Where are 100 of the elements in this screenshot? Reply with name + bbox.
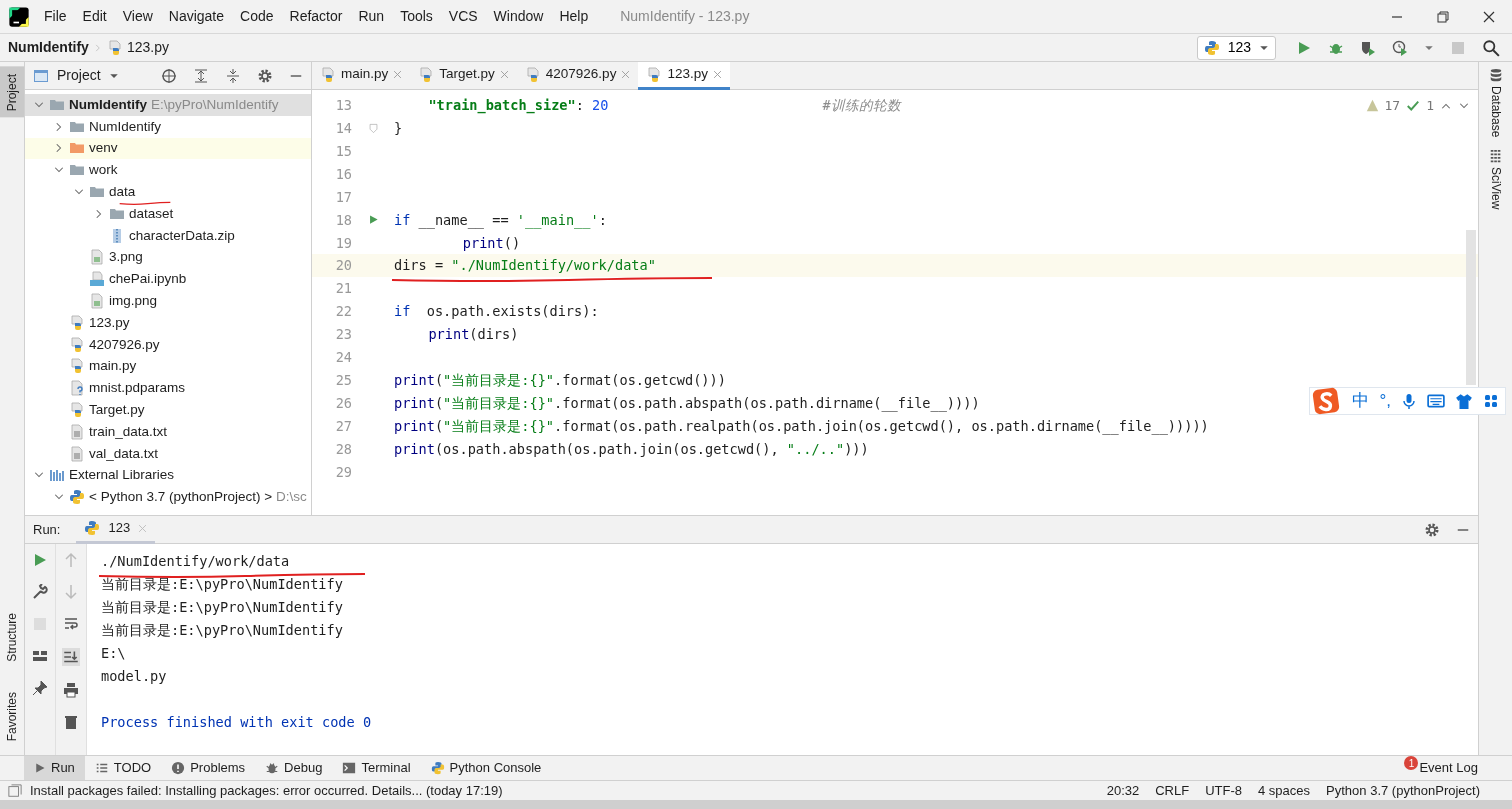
tool-window-tab[interactable]: Python Console [420,756,552,780]
tool-window-tab[interactable]: Problems [161,756,256,780]
crosshair-icon[interactable] [161,67,177,84]
tool-window-tab[interactable]: TODO [84,756,162,780]
run-icon[interactable] [1296,39,1312,56]
warning-circle-icon [171,761,186,775]
status-item[interactable]: CRLF [1155,780,1190,801]
tree-item[interactable]: dataset [25,203,311,225]
console-tab[interactable]: 123 [76,515,156,544]
search-icon[interactable] [1482,38,1500,57]
editor-tab[interactable]: Target.py [410,62,517,90]
menu-item[interactable]: Refactor [281,6,351,27]
code-line: dirs = "./NumIdentify/work/data" [394,257,656,274]
input-mode-label[interactable]: 中 [1352,388,1370,414]
wrench-icon[interactable] [32,584,48,600]
menu-item[interactable]: VCS [440,6,486,27]
window-title: NumIdentify - 123.py [620,7,750,26]
python-file-icon [69,314,85,331]
tree-item[interactable]: 3.png [25,246,311,269]
menu-item[interactable]: File [36,6,75,27]
tree-item[interactable]: NumIdentify [25,115,311,138]
run-icon[interactable] [367,214,379,226]
tree-item[interactable]: val_data.txt [25,442,311,465]
tool-window-tab[interactable]: Favorites [0,683,24,747]
tree-item[interactable]: NumIdentify E:\pyPro\NumIdentify [25,94,311,116]
status-item[interactable]: 20:32 [1106,780,1140,801]
tool-window-tab[interactable]: Run [24,756,85,780]
tree-item[interactable]: 4207926.py [25,333,311,356]
run-icon[interactable] [32,552,48,568]
tool-window-tab[interactable]: SciView [1482,143,1509,216]
status-item[interactable]: Python 3.7 (pythonProject) [1326,780,1480,801]
tool-window-tab[interactable]: Terminal [332,756,421,780]
trash-icon[interactable] [63,714,79,730]
status-item[interactable]: 4 spaces [1258,780,1311,801]
line-number: 13 [334,96,352,116]
tree-item[interactable]: work [25,159,311,182]
tree-item[interactable]: mnist.pdparams [25,377,311,400]
tree-item[interactable]: img.png [25,290,311,312]
breadcrumb-item[interactable]: NumIdentify [8,37,89,58]
tool-window-tab[interactable]: Database [1482,62,1509,144]
collapse-all-icon[interactable] [225,67,241,84]
tool-window-tab[interactable]: Structure [0,604,24,668]
soft-wrap-icon[interactable] [63,616,79,632]
warning-count[interactable]: 17 [1384,96,1401,116]
arrow-down-icon[interactable] [63,584,79,600]
editor-tab[interactable]: 4207926.py [516,62,639,90]
menu-item[interactable]: Help [551,6,597,27]
editor-tab[interactable]: main.py [312,62,411,90]
tree-item[interactable]: train_data.txt [25,420,311,443]
menu-item[interactable]: Window [485,6,552,27]
pin-icon[interactable] [32,680,48,696]
tool-window-tab[interactable]: Debug [255,756,333,780]
tree-item[interactable]: chePai.ipynb [25,268,311,291]
tree-item[interactable]: main.py [25,355,311,378]
status-item[interactable]: UTF-8 [1205,780,1243,801]
layout-icon[interactable] [32,648,48,664]
print-icon[interactable] [63,682,79,698]
menu-item[interactable]: Edit [74,6,115,27]
panel-title: Run: [33,520,61,539]
microphone-icon[interactable] [1401,392,1417,410]
grid-icon[interactable] [1483,392,1499,410]
tool-window-tab[interactable]: Project [0,66,24,118]
code-line: if os.path.exists(dirs): [394,302,599,322]
punctuation-toggle[interactable]: °, [1379,388,1391,414]
weak-warning-count[interactable]: 1 [1426,96,1434,116]
settings-icon[interactable] [257,67,273,84]
menu-item[interactable]: View [114,6,161,27]
python-file-icon [106,39,123,56]
settings-icon[interactable] [1424,521,1440,538]
console-output-line: Process finished with exit code 0 [101,713,372,733]
tree-item[interactable]: characterData.zip [25,224,311,247]
clock-run-icon[interactable] [1392,39,1408,56]
run-configuration-dropdown[interactable]: 123 [1196,35,1276,60]
restore-icon[interactable] [1435,8,1451,25]
menu-item[interactable]: Code [232,6,282,27]
scroll-to-end-icon[interactable] [62,648,80,666]
console-output-line: model.py [101,667,167,687]
tree-item[interactable]: < Python 3.7 (pythonProject) > D:\sc [25,486,311,509]
tree-item[interactable]: data [25,181,311,203]
menu-item[interactable]: Tools [392,6,441,27]
tree-item[interactable]: 123.py [25,311,311,334]
shield-run-icon[interactable] [1360,39,1376,56]
expand-all-icon[interactable] [193,67,209,84]
shirt-icon[interactable] [1455,392,1473,410]
tree-item[interactable]: venv [25,137,311,160]
code-line: print("当前目录是:{}".format(os.path.realpath(os.path.join(os.getcwd(), os.path.dirname(__file__))))) [394,416,1209,437]
keyboard-icon[interactable] [1427,392,1445,410]
panel-title[interactable]: Project [57,65,101,86]
editor-tab[interactable]: 123.py [638,62,730,90]
tree-item[interactable]: Target.py [25,399,311,421]
grid-view-icon [1488,149,1503,164]
line-number: 25 [334,370,352,390]
tree-item[interactable]: External Libraries [25,464,311,487]
menu-item[interactable]: Navigate [160,6,233,27]
line-number: 24 [334,348,352,368]
menu-item[interactable]: Run [350,6,393,27]
event-log-button[interactable]: 1 Event Log [1394,756,1488,780]
python-logo-icon [430,761,445,775]
arrow-up-icon[interactable] [63,552,79,568]
breadcrumb-item[interactable]: 123.py [126,37,169,58]
